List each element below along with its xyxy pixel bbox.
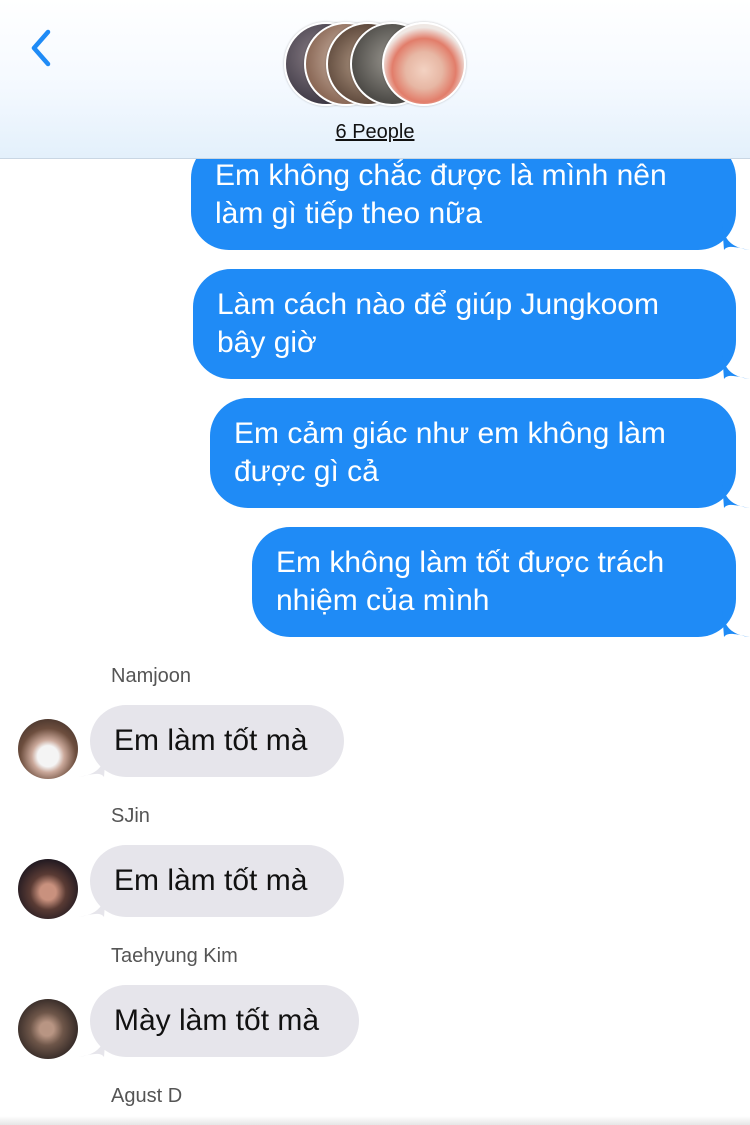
- bubble-tail: [78, 1031, 106, 1057]
- message-text: Em không làm tốt được trách nhiệm của mì…: [276, 546, 665, 617]
- sender-avatar[interactable]: [18, 999, 78, 1059]
- bubble-tail: [78, 891, 106, 917]
- outgoing-message[interactable]: Em cảm giác như em không làm được gì cả: [210, 398, 750, 508]
- group-title[interactable]: 6 People: [0, 121, 750, 144]
- message-text: Mày làm tốt mà: [114, 1004, 320, 1037]
- message-text: Em làm tốt mà: [114, 864, 308, 897]
- outgoing-message[interactable]: Em không làm tốt được trách nhiệm của mì…: [252, 527, 750, 637]
- sender-name: Agust D: [111, 1085, 183, 1107]
- outgoing-message[interactable]: Làm cách nào để giúp Jungkoom bây giờ: [193, 269, 750, 379]
- bubble-tail: [722, 611, 750, 637]
- bubble-tail: [722, 224, 750, 250]
- sender-name: SJin: [111, 805, 150, 827]
- incoming-message[interactable]: Em làm tốt mà: [78, 845, 344, 917]
- bottom-edge: [0, 1116, 750, 1125]
- chevron-left-icon: [31, 29, 51, 67]
- back-button[interactable]: [24, 26, 64, 70]
- group-member-avatar: [382, 22, 466, 106]
- message-text: Em làm tốt mà: [114, 724, 308, 757]
- group-avatars[interactable]: [284, 22, 466, 106]
- incoming-message[interactable]: Mày làm tốt mà: [78, 985, 359, 1057]
- sender-avatar[interactable]: [18, 719, 78, 779]
- chat-header: 6 People: [0, 0, 750, 159]
- bubble-tail: [78, 751, 106, 777]
- bubble-tail: [722, 482, 750, 508]
- message-text: Em không chắc được là mình nên làm gì ti…: [215, 159, 667, 230]
- sender-avatar[interactable]: [18, 859, 78, 919]
- sender-name: Namjoon: [111, 665, 192, 687]
- incoming-message[interactable]: Em làm tốt mà: [78, 705, 344, 777]
- message-text: Làm cách nào để giúp Jungkoom bây giờ: [217, 288, 659, 359]
- sender-name: Taehyung Kim: [111, 945, 238, 967]
- bubble-tail: [722, 353, 750, 379]
- message-text: Em cảm giác như em không làm được gì cả: [234, 417, 666, 488]
